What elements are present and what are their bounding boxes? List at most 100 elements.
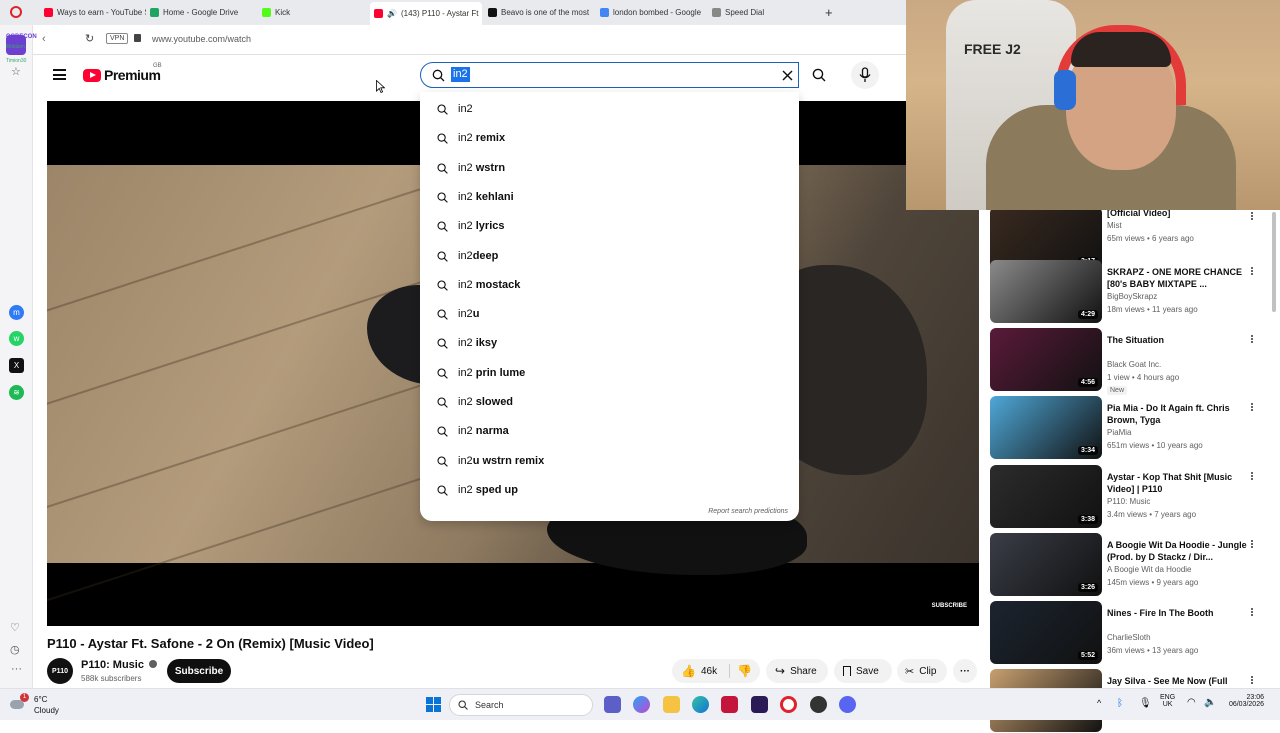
subscribe-button[interactable]: Subscribe [167, 659, 231, 683]
vpn-badge[interactable]: VPN [106, 33, 129, 44]
kebab-menu-icon[interactable] [1250, 211, 1254, 223]
subscribe-watermark[interactable]: SUBSCRIBE [932, 603, 967, 609]
video-thumbnail[interactable]: 4:29 [990, 260, 1102, 323]
share-button[interactable]: ↪ Share [766, 659, 828, 683]
suggestion-item[interactable]: in2 slowed [420, 388, 799, 417]
suggestion-item[interactable]: in2deep [420, 242, 799, 271]
clip-button[interactable]: ✂ Clip [897, 659, 947, 683]
recommended-title[interactable]: SKRAPZ - ONE MORE CHANCE [80's BABY MIXT… [1107, 266, 1257, 290]
recommended-channel[interactable]: P110: Music [1107, 497, 1150, 506]
clock[interactable]: 23:06 06/03/2026 [1224, 694, 1264, 708]
taskbar-search[interactable]: Search [449, 694, 593, 716]
suggestion-item[interactable]: in2 sped up [420, 476, 799, 505]
language-indicator[interactable]: ENG UK [1160, 694, 1175, 708]
edge-icon[interactable] [692, 696, 709, 713]
recommended-video[interactable]: 3:26 A Boogie Wit Da Hoodie - Jungle (Pro… [990, 533, 1270, 597]
recommended-video[interactable]: 4:29 SKRAPZ - ONE MORE CHANCE [80's BABY … [990, 260, 1270, 324]
recommended-video[interactable]: 5:52 Nines - Fire In The Booth CharlieSlot… [990, 601, 1270, 665]
recommended-channel[interactable]: Mist [1107, 221, 1122, 230]
browser-tab[interactable]: Ways to earn - YouTube St [40, 4, 146, 21]
suggestion-item[interactable]: in2u [420, 300, 799, 329]
scrollbar[interactable] [1272, 212, 1276, 312]
recommended-title[interactable]: Aystar - Kop That Shit [Music Video] | P… [1107, 471, 1257, 495]
suggestion-item[interactable]: in2 remix [420, 124, 799, 153]
kebab-menu-icon[interactable] [1250, 675, 1254, 687]
recommended-title[interactable]: Nines - Fire In The Booth [1107, 607, 1257, 619]
report-predictions-link[interactable]: Report search predictions [708, 508, 788, 515]
suggestion-item[interactable]: in2 wstrn [420, 154, 799, 183]
messenger-icon[interactable]: m [9, 305, 24, 320]
dislike-button[interactable]: 👎 [730, 664, 752, 678]
clear-search-icon[interactable] [782, 70, 793, 81]
search-button[interactable] [806, 62, 832, 88]
recommended-title[interactable]: The Situation [1107, 334, 1257, 346]
browser-tab[interactable]: Kick [258, 4, 366, 21]
browser-tab[interactable]: Speed Dial [708, 4, 818, 21]
spotify-icon[interactable]: ≋ [9, 385, 24, 400]
recommended-title[interactable]: Jay Silva - See Me Now (Full [1107, 675, 1257, 687]
suggestion-item[interactable]: in2 [420, 95, 799, 124]
history-icon[interactable]: ◷ [10, 643, 20, 656]
voice-search-button[interactable] [851, 61, 879, 89]
recommended-video[interactable]: 3:34 Pia Mia - Do It Again ft. Chris Brow… [990, 396, 1270, 460]
kebab-menu-icon[interactable] [1250, 539, 1254, 551]
x-icon[interactable]: X [9, 358, 24, 373]
suggestion-item[interactable]: in2 mostack [420, 271, 799, 300]
speaker-icon[interactable]: 🔊 [387, 9, 397, 18]
speaker-tray-icon[interactable]: 🔈 [1204, 697, 1216, 708]
kebab-menu-icon[interactable] [1250, 471, 1254, 483]
like-button[interactable]: 👍 46k [672, 664, 730, 678]
browser-tab-active[interactable]: 🔊 (143) P110 - Aystar Ft [370, 2, 482, 25]
more-icon[interactable]: ··· [11, 663, 22, 675]
recommended-channel[interactable]: A Boogie Wit da Hoodie [1107, 565, 1192, 574]
weather-widget[interactable]: 1 6°C Cloudy [8, 693, 68, 717]
youtube-premium-logo[interactable]: Premium [83, 67, 161, 83]
file-explorer-icon[interactable] [663, 696, 680, 713]
kebab-menu-icon[interactable] [1250, 334, 1254, 346]
suggestion-item[interactable]: in2 iksy [420, 329, 799, 358]
recommended-title[interactable]: Pia Mia - Do It Again ft. Chris Brown, T… [1107, 402, 1257, 426]
video-thumbnail[interactable]: 3:34 [990, 396, 1102, 459]
browser-tab[interactable]: london bombed - Google [596, 4, 706, 21]
opera-icon[interactable] [780, 696, 797, 713]
obs-icon[interactable] [810, 696, 827, 713]
kebab-menu-icon[interactable] [1250, 402, 1254, 414]
bookmark-star-icon[interactable]: ☆ [11, 65, 21, 78]
recommended-title[interactable]: A Boogie Wit Da Hoodie - Jungle (Prod. b… [1107, 539, 1257, 563]
video-thumbnail[interactable]: 5:52 [990, 601, 1102, 664]
video-thumbnail[interactable]: 3:26 [990, 533, 1102, 596]
tray-chevron-icon[interactable]: ^ [1097, 698, 1101, 708]
reload-icon[interactable]: ↻ [85, 32, 94, 45]
wifi-icon[interactable]: ◠ [1187, 697, 1196, 708]
recommended-video[interactable]: 3:38 Aystar - Kop That Shit [Music Video]… [990, 465, 1270, 529]
browser-tab[interactable]: Beavo is one of the most [484, 4, 594, 21]
search-box[interactable] [420, 62, 799, 88]
save-button[interactable]: Save [834, 659, 892, 683]
url-text[interactable]: www.youtube.com/watch [152, 34, 251, 44]
recommended-channel[interactable]: BigBoySkrapz [1107, 292, 1157, 301]
channel-name[interactable]: P110: Music [81, 659, 158, 671]
teams-icon[interactable] [604, 696, 621, 713]
opera-logo-icon[interactable] [10, 6, 22, 18]
suggestion-item[interactable]: in2 narma [420, 417, 799, 446]
windows-start-icon[interactable] [426, 697, 441, 712]
search-input[interactable] [451, 68, 751, 84]
video-thumbnail[interactable]: 4:56 [990, 328, 1102, 391]
suggestion-item[interactable]: in2 kehlani [420, 183, 799, 212]
suggestion-item[interactable]: in2 lyrics [420, 212, 799, 241]
video-thumbnail[interactable]: 3:38 [990, 465, 1102, 528]
suggestion-item[interactable]: in2 prin lume [420, 359, 799, 388]
recommended-channel[interactable]: Black Goat Inc. [1107, 360, 1161, 369]
whatsapp-icon[interactable]: w [9, 331, 24, 346]
new-tab-button[interactable]: + [825, 5, 833, 20]
suggestion-item[interactable]: in2u wstrn remix [420, 447, 799, 476]
kebab-menu-icon[interactable] [1250, 607, 1254, 619]
back-icon[interactable]: ‹ [42, 33, 46, 45]
recommended-channel[interactable]: PiaMia [1107, 428, 1131, 437]
microphone-tray-icon[interactable]: 🎙 [1139, 698, 1152, 709]
premiere-icon[interactable] [751, 696, 768, 713]
heart-icon[interactable]: ♡ [10, 621, 20, 634]
menu-icon[interactable] [53, 69, 66, 80]
recommended-video[interactable]: 4:56 The Situation Black Goat Inc. 1 view •… [990, 328, 1270, 395]
bluetooth-icon[interactable]: ᛒ [1117, 698, 1123, 709]
